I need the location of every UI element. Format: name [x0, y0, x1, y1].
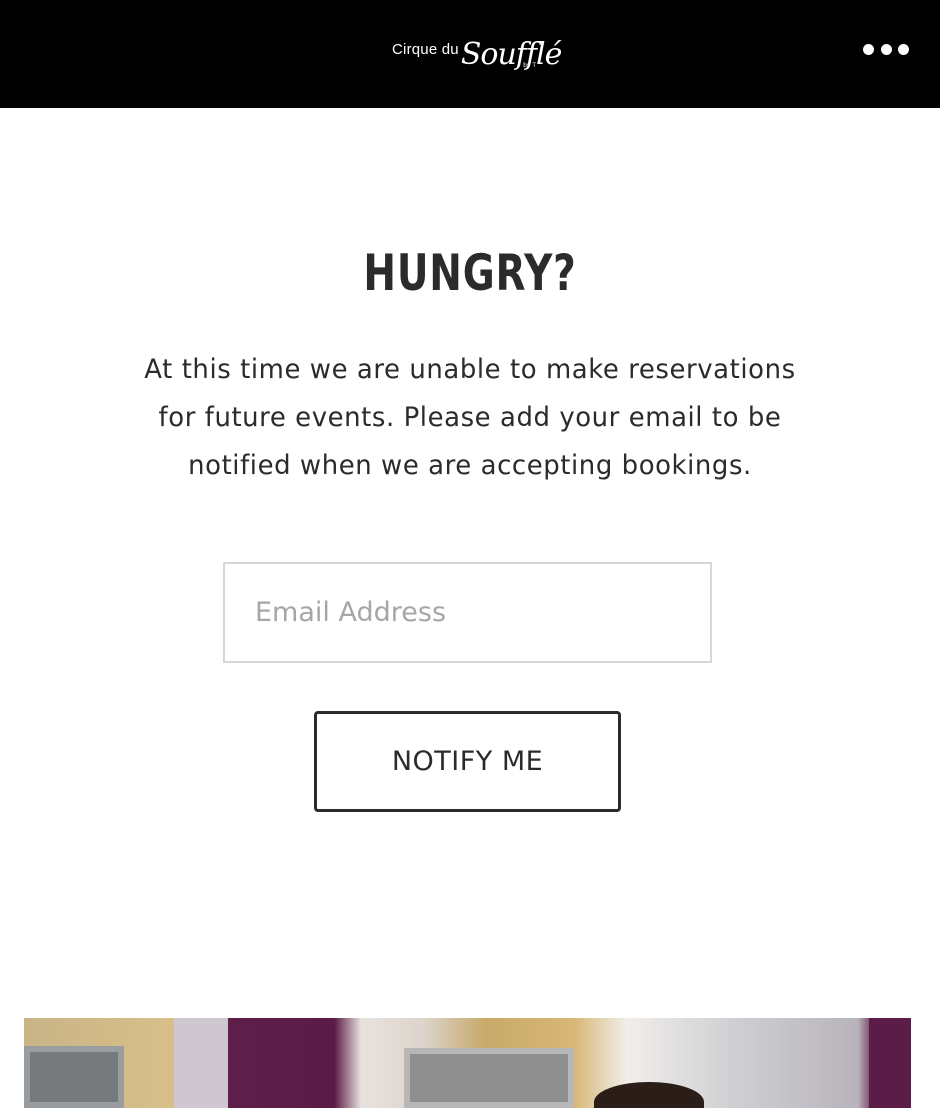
logo-script-text: Soufflé	[460, 37, 562, 72]
site-header: Cirque du Soufflé by T	[0, 0, 940, 108]
menu-dot-icon	[863, 43, 874, 55]
more-menu-button[interactable]	[858, 36, 914, 62]
notify-me-button[interactable]: NOTIFY ME	[314, 711, 621, 812]
photo-curtain-detail	[869, 1018, 911, 1108]
photo-wall-detail	[174, 1018, 228, 1108]
photo-window-detail	[24, 1046, 124, 1108]
logo-byline: by T	[523, 62, 536, 69]
photo-person-hair	[594, 1082, 704, 1108]
reservation-message: At this time we are unable to make reser…	[144, 354, 796, 481]
page-title: HUNGRY?	[363, 244, 577, 302]
menu-dot-icon	[898, 43, 909, 55]
email-field[interactable]	[223, 562, 712, 663]
logo-small-text: Cirque du	[392, 41, 459, 58]
restaurant-photo	[24, 1018, 911, 1108]
photo-mirror-detail	[404, 1048, 574, 1108]
menu-dot-icon	[880, 43, 892, 55]
site-logo[interactable]: Cirque du Soufflé by T	[392, 26, 562, 72]
